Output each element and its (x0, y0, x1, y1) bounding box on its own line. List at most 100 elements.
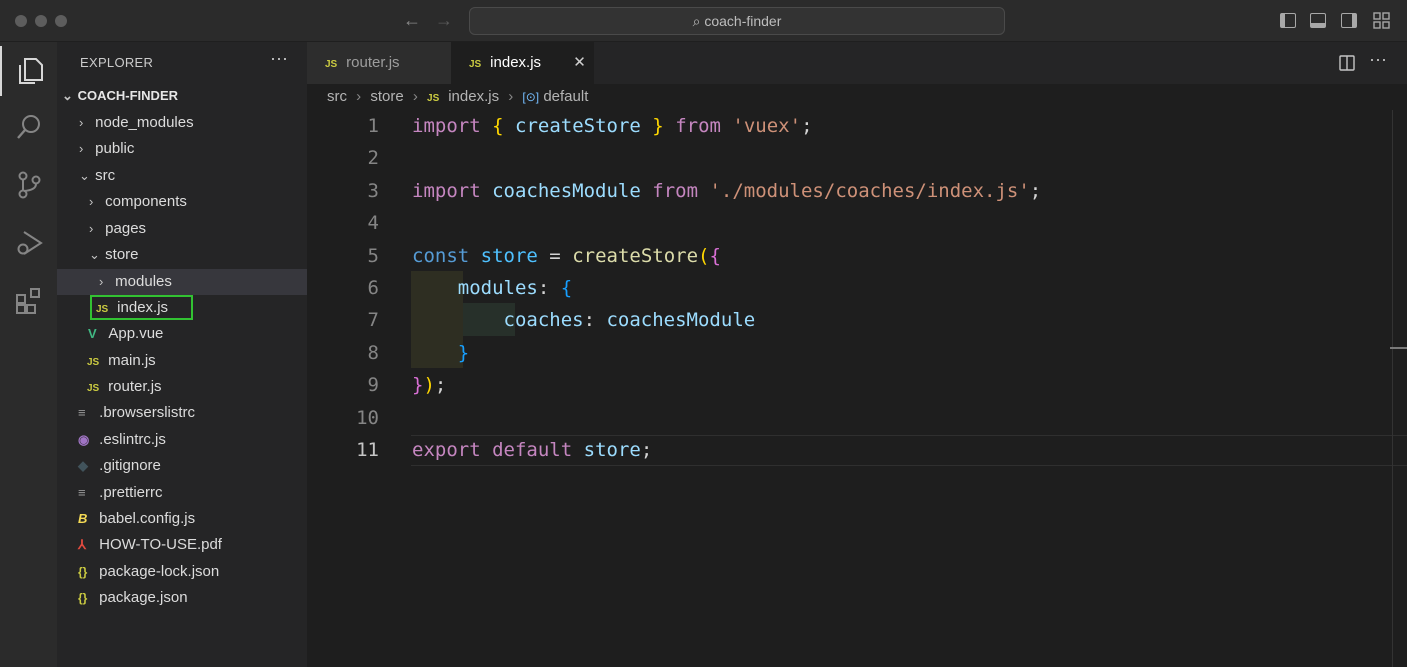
workspace-folder[interactable]: ⌄ COACH-FINDER (62, 88, 178, 104)
js-file-icon: JS (87, 383, 100, 394)
explorer-header: EXPLORER (80, 55, 154, 70)
tree-item-label: components (105, 193, 187, 210)
run-debug-activity[interactable] (0, 218, 57, 268)
tree-item-label: src (95, 167, 116, 184)
tree-item-components[interactable]: › components (57, 189, 307, 215)
code-line: import coachesModule from './modules/coa… (412, 180, 1042, 202)
activity-bar (0, 42, 57, 667)
breadcrumb-item[interactable]: src (327, 88, 347, 105)
extensions-activity[interactable] (0, 276, 57, 326)
chevron-down-icon: ⌄ (89, 247, 100, 262)
line-number: 9 (367, 374, 379, 396)
selection-focus-outline (90, 295, 193, 320)
tree-item-label: HOW-TO-USE.pdf (99, 536, 222, 553)
editor-tab-bar: JS router.js JS index.js ✕ ··· (307, 42, 1407, 84)
tree-item-label: .browserslistrc (99, 404, 196, 421)
customize-layout-icon[interactable] (1373, 12, 1390, 29)
code-line: import { createStore } from 'vuex'; (412, 115, 813, 137)
line-number: 10 (356, 407, 379, 429)
chevron-down-icon: ⌄ (62, 88, 73, 103)
tree-item-node-modules[interactable]: › node_modules (57, 110, 307, 136)
js-file-icon: JS (325, 59, 338, 70)
chevron-right-icon: › (508, 88, 514, 105)
js-file-icon: JS (427, 93, 440, 104)
breadcrumb-item[interactable]: default (543, 88, 588, 105)
git-file-icon: ◆ (78, 458, 88, 473)
more-actions-icon[interactable]: ··· (1369, 49, 1387, 70)
toggle-secondary-sidebar-icon[interactable] (1341, 13, 1357, 28)
tree-item-store[interactable]: ⌄ store (57, 242, 307, 268)
chevron-down-icon: ⌄ (79, 168, 90, 183)
symbol-icon: [⊙] (522, 90, 540, 104)
tree-item-babel-config[interactable]: B babel.config.js (57, 506, 307, 532)
tree-item-main-js[interactable]: JS main.js (57, 348, 307, 374)
json-file-icon: {} (78, 591, 88, 605)
code-editor[interactable]: 1 2 3 4 5 6 7 8 9 10 11 import { createS… (307, 110, 1407, 667)
breadcrumb: src › store › JS index.js › [⊙] default (327, 88, 588, 105)
split-editor-icon[interactable] (1339, 55, 1355, 71)
tree-item-label: pages (105, 220, 147, 237)
chevron-right-icon: › (412, 88, 418, 105)
tree-item-src[interactable]: ⌄ src (57, 163, 307, 189)
toggle-primary-sidebar-icon[interactable] (1280, 13, 1296, 28)
code-line: }); (412, 374, 447, 396)
babel-file-icon: B (78, 511, 88, 526)
title-bar: ← → ⌕ coach-finder (0, 0, 1407, 42)
close-window-button[interactable] (15, 15, 27, 27)
line-number: 8 (367, 342, 379, 364)
vertical-scrollbar[interactable] (1392, 110, 1393, 667)
command-center[interactable]: ⌕ coach-finder (469, 7, 1005, 35)
settings-file-icon: ≡ (78, 485, 86, 500)
tree-item-gitignore[interactable]: ◆ .gitignore (57, 453, 307, 479)
js-file-icon: JS (87, 357, 100, 368)
code-line: const store = createStore({ (412, 245, 721, 267)
close-icon[interactable]: ✕ (573, 54, 586, 71)
tree-item-eslintrc[interactable]: ◉ .eslintrc.js (57, 427, 307, 453)
tree-item-label: App.vue (108, 325, 164, 342)
chevron-right-icon: › (79, 141, 84, 156)
tree-item-label: package.json (99, 589, 188, 606)
tree-item-app-vue[interactable]: V App.vue (57, 321, 307, 347)
tree-item-label: package-lock.json (99, 563, 220, 580)
tree-item-label: store (105, 246, 139, 263)
tree-item-how-to-use-pdf[interactable]: ⅄ HOW-TO-USE.pdf (57, 532, 307, 558)
line-number: 6 (367, 277, 379, 299)
tab-router-js[interactable]: JS router.js (307, 42, 451, 84)
json-file-icon: {} (78, 565, 88, 579)
search-activity[interactable] (0, 102, 57, 152)
run-debug-icon (17, 231, 43, 255)
tree-item-package-lock[interactable]: {} package-lock.json (57, 559, 307, 585)
tree-item-browserslistrc[interactable]: ≡ .browserslistrc (57, 400, 307, 426)
tree-item-label: .prettierrc (99, 484, 163, 501)
tree-item-pages[interactable]: › pages (57, 216, 307, 242)
tree-item-modules[interactable]: › modules (57, 269, 307, 295)
maximize-window-button[interactable] (55, 15, 67, 27)
search-icon (16, 115, 40, 139)
code-line: coaches: coachesModule (503, 309, 756, 331)
more-actions-icon[interactable]: ··· (270, 48, 288, 69)
window-title: coach-finder (704, 13, 782, 29)
explorer-activity[interactable] (0, 46, 57, 96)
line-number: 11 (356, 439, 379, 461)
extensions-icon (15, 288, 40, 314)
tree-item-package-json[interactable]: {} package.json (57, 585, 307, 611)
code-line: modules: { (457, 277, 573, 299)
minimize-window-button[interactable] (35, 15, 47, 27)
breadcrumb-item[interactable]: store (370, 88, 403, 105)
tab-index-js[interactable]: JS index.js ✕ (451, 42, 594, 84)
tree-item-router-js[interactable]: JS router.js (57, 374, 307, 400)
overview-ruler-cursor (1390, 347, 1407, 349)
explorer-sidebar: EXPLORER ··· ⌄ COACH-FINDER › node_modul… (57, 42, 307, 667)
tree-item-prettierrc[interactable]: ≡ .prettierrc (57, 480, 307, 506)
chevron-right-icon: › (99, 274, 104, 289)
forward-arrow-icon[interactable]: → (435, 10, 453, 31)
source-control-activity[interactable] (0, 160, 57, 210)
line-number: 1 (367, 115, 379, 137)
tree-item-label: .gitignore (99, 457, 161, 474)
tree-item-public[interactable]: › public (57, 136, 307, 162)
breadcrumb-item[interactable]: index.js (448, 88, 499, 105)
back-arrow-icon[interactable]: ← (403, 10, 421, 31)
toggle-panel-icon[interactable] (1310, 13, 1326, 28)
line-number: 2 (367, 147, 379, 169)
js-file-icon: JS (469, 59, 482, 70)
